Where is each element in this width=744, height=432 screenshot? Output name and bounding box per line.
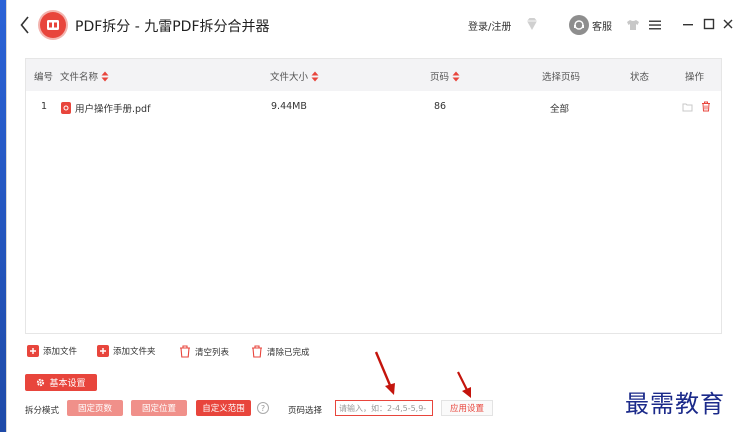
- trash-icon: [180, 345, 190, 358]
- header-pages[interactable]: 页码: [430, 69, 460, 83]
- clear-list-button[interactable]: 清空列表: [179, 345, 229, 358]
- header-select: 选择页码: [542, 69, 580, 83]
- trash-icon[interactable]: [701, 101, 711, 112]
- split-mode-label: 拆分模式: [25, 406, 60, 416]
- login-link[interactable]: 登录/注册: [468, 18, 511, 33]
- sort-icon: [101, 71, 109, 81]
- title-bar: PDF拆分 - 九雷PDF拆分合并器 登录/注册 客服: [7, 0, 744, 50]
- annotation-arrow-icon: [457, 371, 471, 398]
- header-select-label: 选择页码: [542, 72, 581, 83]
- row-actions: [682, 101, 711, 112]
- header-name-label: 文件名称: [60, 72, 99, 83]
- plus-icon: [27, 345, 39, 357]
- headset-icon: [574, 20, 584, 30]
- header-action: 操作: [685, 69, 704, 83]
- row-file-size: 9.44MB: [271, 101, 307, 112]
- trash-icon: [252, 345, 262, 358]
- annotation-arrow-icon: [374, 351, 395, 395]
- header-name[interactable]: 文件名称: [60, 69, 109, 83]
- table-row[interactable]: 1 用户操作手册.pdf 9.44MB 86 全部: [26, 93, 721, 121]
- row-selected-pages[interactable]: 全部: [550, 101, 569, 115]
- basic-settings-label: 基本设置: [49, 379, 86, 389]
- pdf-split-logo-icon: [47, 20, 59, 30]
- tshirt-skin-icon[interactable]: [625, 17, 641, 33]
- clear-list-label: 清空列表: [195, 347, 230, 358]
- app-title: PDF拆分 - 九雷PDF拆分合并器: [75, 19, 270, 35]
- mode-custom-range-button[interactable]: 自定义范围: [196, 400, 251, 416]
- header-status-label: 状态: [630, 72, 650, 83]
- row-file-name: 用户操作手册.pdf: [61, 101, 150, 115]
- page-range-input[interactable]: [335, 400, 433, 416]
- apply-settings-button[interactable]: 应用设置: [441, 400, 493, 416]
- mode-fixed-position-button[interactable]: 固定位置: [131, 400, 187, 416]
- maximize-icon[interactable]: [702, 17, 716, 31]
- header-pages-label: 页码: [430, 72, 450, 83]
- app-logo: [40, 12, 66, 38]
- add-file-button[interactable]: 添加文件: [27, 345, 77, 357]
- avatar[interactable]: [569, 15, 589, 35]
- row-index: 1: [41, 101, 48, 112]
- back-button[interactable]: [17, 13, 33, 37]
- header-size[interactable]: 文件大小: [270, 69, 319, 83]
- header-index-label: 编号: [34, 72, 54, 83]
- header-status: 状态: [630, 69, 649, 83]
- gear-icon: [37, 378, 45, 387]
- add-file-label: 添加文件: [43, 347, 78, 357]
- sort-icon: [452, 71, 460, 81]
- clear-completed-label: 清除已完成: [267, 347, 310, 358]
- folder-icon[interactable]: [682, 102, 693, 112]
- basic-settings-button[interactable]: 基本设置: [25, 374, 97, 391]
- header-action-label: 操作: [685, 72, 705, 83]
- minimize-icon[interactable]: [681, 17, 695, 31]
- app-window: PDF拆分 - 九雷PDF拆分合并器 登录/注册 客服 编号 文件名称 文件大小…: [6, 0, 744, 432]
- clear-completed-button[interactable]: 清除已完成: [251, 345, 310, 358]
- watermark: 最需教育: [625, 390, 725, 418]
- close-icon[interactable]: [721, 17, 735, 31]
- header-size-label: 文件大小: [270, 72, 309, 83]
- header-index: 编号: [34, 69, 53, 83]
- hamburger-menu-icon[interactable]: [647, 17, 663, 33]
- table-header: 编号 文件名称 文件大小 页码 选择页码 状态 操作: [26, 59, 721, 91]
- add-folder-label: 添加文件夹: [113, 347, 156, 357]
- chevron-left-icon: [20, 16, 29, 34]
- customer-service-label[interactable]: 客服: [592, 18, 612, 33]
- file-name-text: 用户操作手册.pdf: [75, 104, 151, 115]
- diamond-icon[interactable]: [524, 16, 540, 32]
- folder-plus-icon: [97, 345, 109, 357]
- add-folder-button[interactable]: 添加文件夹: [97, 345, 156, 357]
- row-page-count: 86: [434, 101, 447, 112]
- pdf-file-icon: [61, 102, 71, 114]
- help-icon[interactable]: ?: [257, 402, 269, 414]
- page-select-label: 页码选择: [288, 406, 323, 416]
- file-table: 编号 文件名称 文件大小 页码 选择页码 状态 操作 1 用户操作手册.pdf …: [25, 58, 722, 334]
- mode-fixed-pages-button[interactable]: 固定页数: [67, 400, 123, 416]
- sort-icon: [311, 71, 319, 81]
